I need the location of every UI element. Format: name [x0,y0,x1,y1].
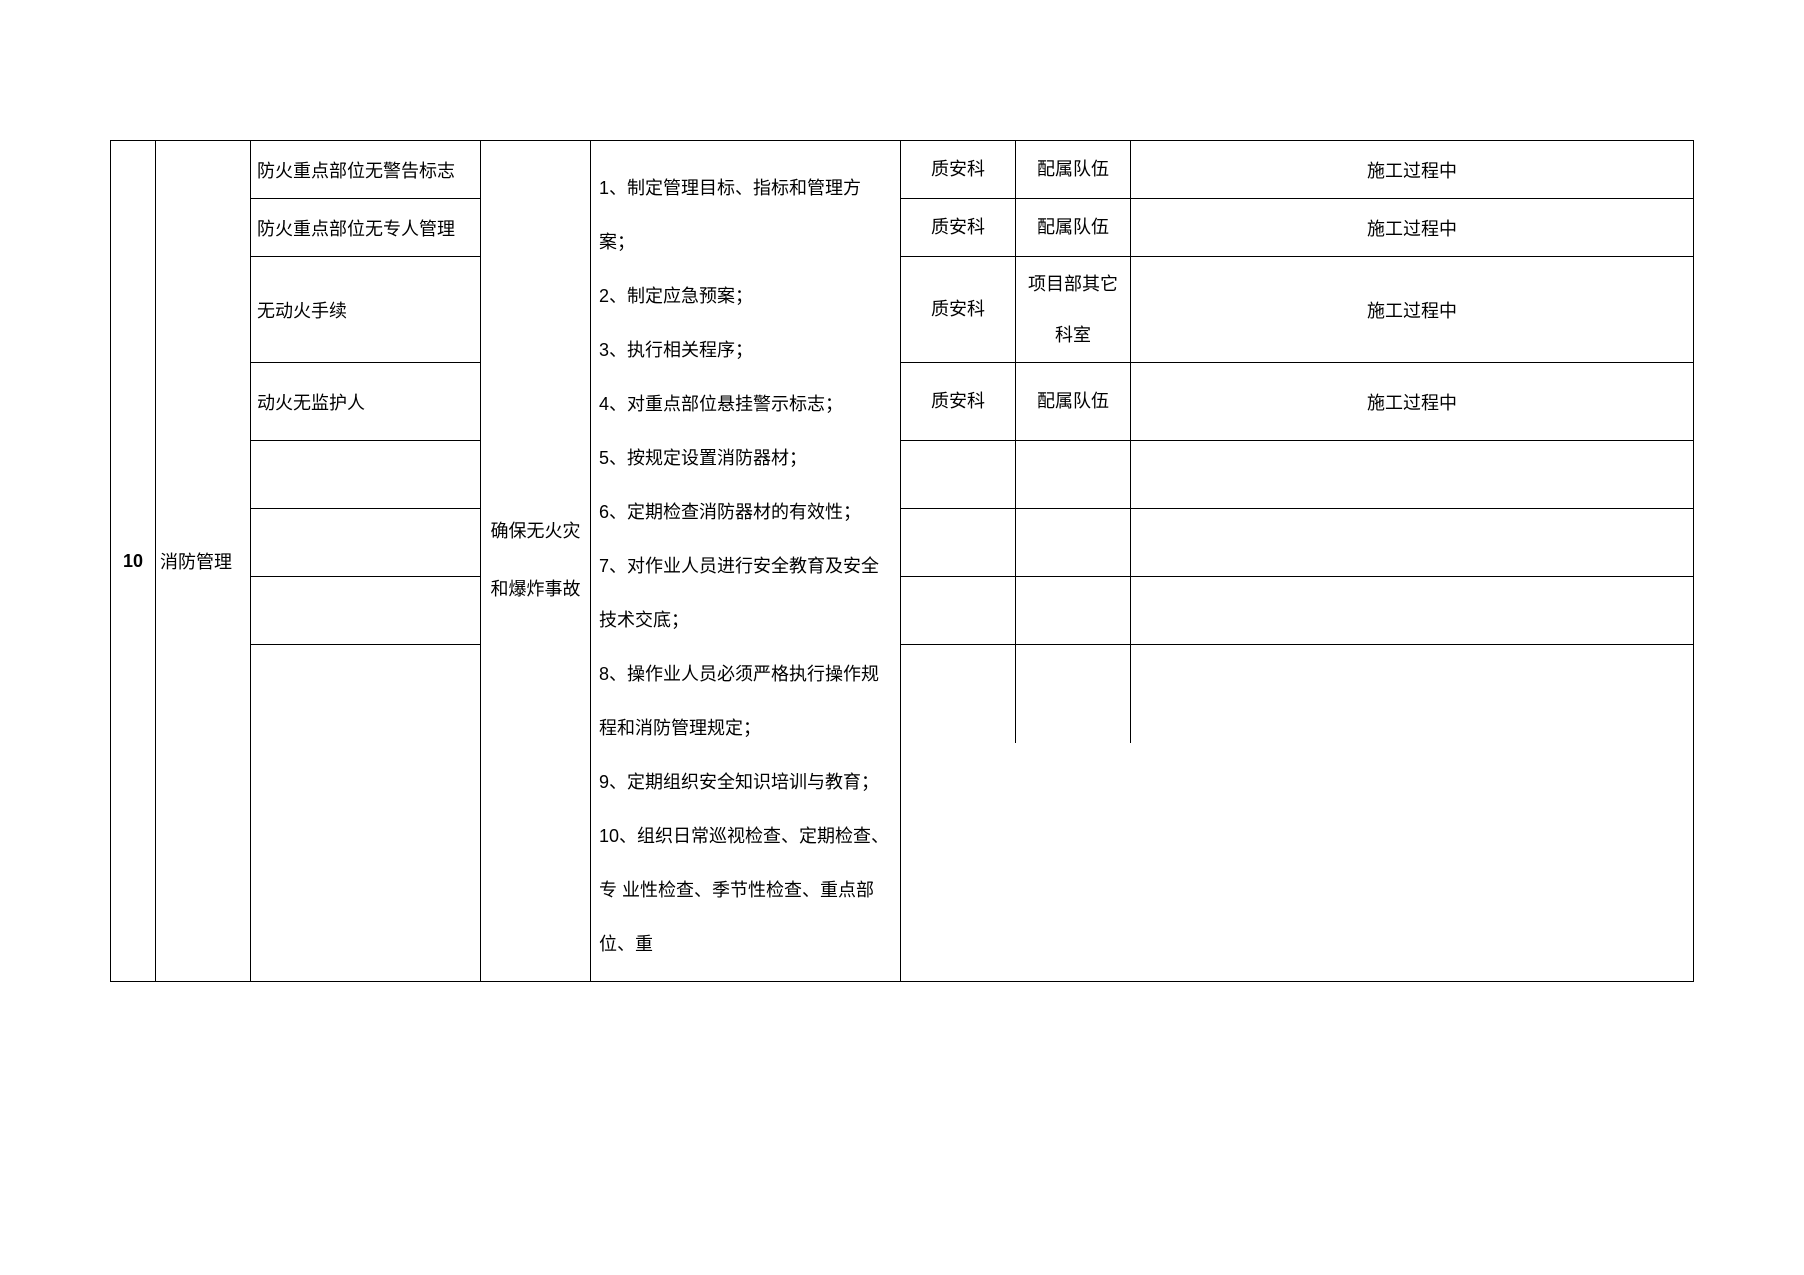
time-cell: 施工过程中 [1131,257,1693,362]
dept-cell [901,645,1016,743]
hazard-cell: 防火重点部位无警告标志 [251,141,480,199]
target-cell: 确保无火灾和爆炸事故 [481,141,591,981]
table-row: 质安科 项目部其它科室 施工过程中 [901,257,1693,363]
hazard-cell: 防火重点部位无专人管理 [251,199,480,257]
team-cell: 配属队伍 [1016,141,1131,198]
team-cell: 配属队伍 [1016,199,1131,256]
table-row: 质安科 配属队伍 施工过程中 [901,363,1693,441]
dept-cell: 质安科 [901,257,1016,362]
hazard-cell: 动火无监护人 [251,363,480,441]
hazard-cell [251,509,480,577]
team-cell: 配属队伍 [1016,363,1131,440]
hazard-cell [251,577,480,645]
dept-cell [901,577,1016,644]
team-cell [1016,509,1131,576]
hazard-cell [251,645,480,743]
hazard-cell: 无动火手续 [251,257,480,363]
time-cell: 施工过程中 [1131,141,1693,198]
dept-cell [901,509,1016,576]
team-cell: 项目部其它科室 [1016,257,1131,362]
time-cell [1131,509,1693,576]
time-cell [1131,645,1693,743]
time-cell: 施工过程中 [1131,363,1693,440]
dept-cell: 质安科 [901,141,1016,198]
main-table: 10 消防管理 防火重点部位无警告标志 防火重点部位无专人管理 无动火手续 动火… [110,140,1694,982]
dept-cell: 质安科 [901,363,1016,440]
time-cell [1131,577,1693,644]
table-row: 质安科 配属队伍 施工过程中 [901,141,1693,199]
table-row [901,577,1693,645]
hazards-column: 防火重点部位无警告标志 防火重点部位无专人管理 无动火手续 动火无监护人 [251,141,481,981]
team-cell [1016,441,1131,508]
right-columns-group: 质安科 配属队伍 施工过程中 质安科 配属队伍 施工过程中 质安科 项目部其它科… [901,141,1693,981]
team-cell [1016,645,1131,743]
hazard-cell [251,441,480,509]
table-row [901,441,1693,509]
table-row [901,509,1693,577]
measures-cell: 1、制定管理目标、指标和管理方案； 2、制定应急预案； 3、执行相关程序； 4、… [591,141,901,981]
dept-cell: 质安科 [901,199,1016,256]
table-row: 质安科 配属队伍 施工过程中 [901,199,1693,257]
table-row [901,645,1693,743]
row-number-cell: 10 [111,141,156,981]
time-cell [1131,441,1693,508]
time-cell: 施工过程中 [1131,199,1693,256]
category-cell: 消防管理 [156,141,251,981]
team-cell [1016,577,1131,644]
dept-cell [901,441,1016,508]
